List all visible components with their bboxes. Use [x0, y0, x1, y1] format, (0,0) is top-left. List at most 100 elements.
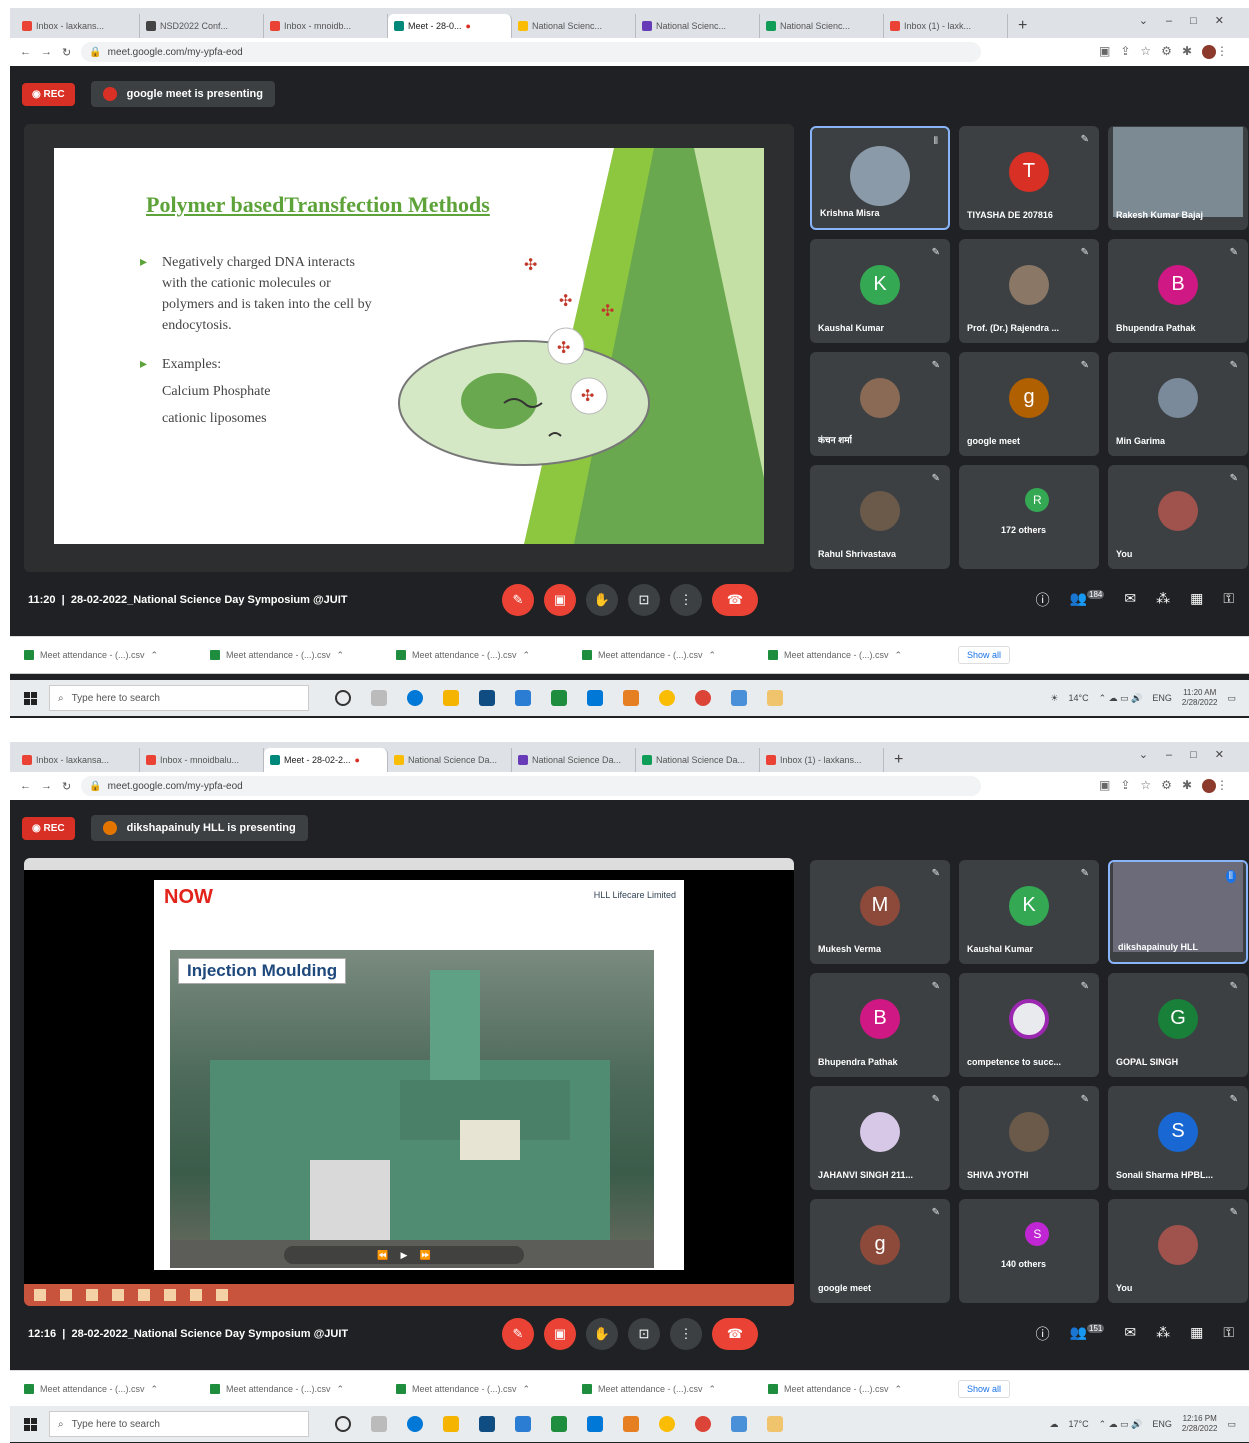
chrome-canary-icon[interactable] — [659, 690, 675, 706]
language-indicator[interactable]: ENG — [1152, 1419, 1172, 1429]
back-icon[interactable]: ← — [20, 46, 31, 58]
file-explorer-icon[interactable] — [443, 1416, 459, 1432]
back-icon[interactable]: ← — [20, 780, 31, 792]
outlook-icon[interactable] — [515, 1416, 531, 1432]
browser-toolbar-icons[interactable]: ▣⇪☆⚙✱ ⋮ — [1099, 778, 1238, 793]
people-icon[interactable]: 👥 151 — [1070, 1324, 1105, 1344]
participant-tile[interactable]: g ✎ google meet — [959, 352, 1099, 456]
info-icon[interactable]: ⓘ — [1036, 590, 1050, 610]
clock[interactable]: 12:16 PM 2/28/2022 — [1182, 1414, 1218, 1434]
clock[interactable]: 11:20 AM 2/28/2022 — [1182, 688, 1218, 708]
forward-icon[interactable]: ⏩ — [419, 1250, 430, 1261]
video-player-controls[interactable]: ⏪ ▶ ⏩ — [284, 1246, 524, 1264]
excel-icon[interactable] — [551, 1416, 567, 1432]
mail-icon[interactable] — [587, 1416, 603, 1432]
chrome-icon[interactable] — [695, 690, 711, 706]
participant-tile[interactable]: ✎ competence to succ... — [959, 973, 1099, 1077]
browser-tab-active[interactable]: Meet - 28-02-2... ● — [264, 748, 388, 772]
participant-tile[interactable]: B ✎ Bhupendra Pathak — [1108, 239, 1248, 343]
mic-off-icon[interactable]: ✎ — [502, 1318, 534, 1350]
edge-icon[interactable] — [407, 1416, 423, 1432]
browser-tab[interactable]: Inbox - laxkansa... — [16, 748, 140, 772]
window-controls[interactable]: ⌄–□✕ — [1139, 748, 1242, 761]
mail-icon[interactable] — [587, 690, 603, 706]
browser-tab[interactable]: NSD2022 Conf... — [140, 14, 264, 38]
participant-tile[interactable]: ✎ कंचन शर्मा — [810, 352, 950, 456]
others-tile[interactable]: R 172 others — [959, 465, 1099, 569]
url-field[interactable]: 🔒 meet.google.com/my-ypfa-eod — [81, 776, 982, 796]
participant-tile[interactable]: ✎ Rahul Shrivastava — [810, 465, 950, 569]
tray-icons[interactable]: ⌃ ☁ ▭ 🔊 — [1099, 693, 1143, 704]
end-call-icon[interactable]: ☎ — [712, 584, 758, 616]
chrome-icon[interactable] — [695, 1416, 711, 1432]
participant-tile[interactable]: T ✎ TIYASHA DE 207816 — [959, 126, 1099, 230]
profile-avatar[interactable] — [1202, 44, 1216, 59]
app-icon[interactable] — [623, 690, 639, 706]
chrome-canary-icon[interactable] — [659, 1416, 675, 1432]
task-view-icon[interactable] — [371, 1416, 387, 1432]
download-item[interactable]: Meet attendance - (...).csv ⌃ — [768, 1384, 944, 1395]
weather-icon[interactable]: ☁ — [1050, 1419, 1059, 1430]
cortana-icon[interactable] — [335, 690, 351, 706]
new-tab-button[interactable]: + — [884, 748, 913, 772]
outlook-icon[interactable] — [515, 690, 531, 706]
participant-tile[interactable]: ⦀ dikshapainuly HLL — [1108, 860, 1248, 964]
participant-tile[interactable]: ✎ Prof. (Dr.) Rajendra ... — [959, 239, 1099, 343]
windows-start-icon[interactable] — [24, 691, 37, 705]
weather-icon[interactable]: ☀ — [1050, 693, 1058, 704]
more-options-icon[interactable]: ⋮ — [670, 584, 702, 616]
participant-tile[interactable]: K ✎ Kaushal Kumar — [959, 860, 1099, 964]
download-item[interactable]: Meet attendance - (...).csv ⌃ — [396, 1384, 572, 1395]
notes-icon[interactable] — [767, 690, 783, 706]
layout-icon[interactable]: ▦ — [1190, 590, 1203, 610]
chat-icon[interactable]: ✉ — [1124, 590, 1136, 610]
browser-tab[interactable]: National Science Da... — [512, 748, 636, 772]
participant-tile[interactable]: G ✎ GOPAL SINGH — [1108, 973, 1248, 1077]
activities-icon[interactable]: ⁂ — [1156, 590, 1170, 610]
browser-tab[interactable]: Inbox (1) - laxk... — [884, 14, 1008, 38]
download-item[interactable]: Meet attendance - (...).csv ⌃ — [768, 650, 944, 661]
tray-icons[interactable]: ⌃ ☁ ▭ 🔊 — [1099, 1419, 1143, 1430]
file-explorer-icon[interactable] — [443, 690, 459, 706]
raise-hand-icon[interactable]: ✋ — [586, 584, 618, 616]
camera-off-icon[interactable]: ▣ — [544, 584, 576, 616]
participant-tile[interactable]: K ✎ Kaushal Kumar — [810, 239, 950, 343]
others-tile[interactable]: S 140 others — [959, 1199, 1099, 1303]
download-item[interactable]: Meet attendance - (...).csv ⌃ — [24, 650, 200, 661]
reload-icon[interactable]: ↻ — [62, 780, 71, 793]
end-call-icon[interactable]: ☎ — [712, 1318, 758, 1350]
language-indicator[interactable]: ENG — [1152, 693, 1172, 703]
play-icon[interactable]: ▶ — [401, 1250, 408, 1261]
download-item[interactable]: Meet attendance - (...).csv ⌃ — [396, 650, 572, 661]
show-all-button[interactable]: Show all — [958, 646, 1011, 664]
participant-tile[interactable]: ✎ JAHANVI SINGH 211... — [810, 1086, 950, 1190]
app-icon[interactable] — [731, 690, 747, 706]
download-item[interactable]: Meet attendance - (...).csv ⌃ — [582, 650, 758, 661]
browser-tab-active[interactable]: Meet - 28-0... ● — [388, 14, 512, 38]
browser-toolbar-icons[interactable]: ▣⇪☆⚙✱ ⋮ — [1099, 44, 1238, 59]
camera-off-icon[interactable]: ▣ — [544, 1318, 576, 1350]
notification-icon[interactable]: ▭ — [1227, 1419, 1236, 1430]
download-item[interactable]: Meet attendance - (...).csv ⌃ — [24, 1384, 200, 1395]
browser-tab[interactable]: Inbox - mnoidb... — [264, 14, 388, 38]
forward-icon[interactable]: → — [41, 46, 52, 58]
edge-icon[interactable] — [407, 690, 423, 706]
forward-icon[interactable]: → — [41, 780, 52, 792]
store-icon[interactable] — [479, 1416, 495, 1432]
people-icon[interactable]: 👥 184 — [1070, 590, 1105, 610]
app-icon[interactable] — [731, 1416, 747, 1432]
rewind-icon[interactable]: ⏪ — [377, 1250, 388, 1261]
host-controls-icon[interactable]: ⚿ — [1223, 590, 1234, 610]
participant-tile[interactable]: S ✎ Sonali Sharma HPBL... — [1108, 1086, 1248, 1190]
browser-tab[interactable]: National Scienc... — [512, 14, 636, 38]
activities-icon[interactable]: ⁂ — [1156, 1324, 1170, 1344]
participant-tile[interactable]: ⦀ Krishna Misra — [810, 126, 950, 230]
present-icon[interactable]: ⊡ — [628, 1318, 660, 1350]
browser-tab[interactable]: National Scienc... — [760, 14, 884, 38]
browser-tab[interactable]: Inbox - laxkans... — [16, 14, 140, 38]
show-all-button[interactable]: Show all — [958, 1380, 1011, 1398]
host-controls-icon[interactable]: ⚿ — [1223, 1324, 1234, 1344]
url-field[interactable]: 🔒 meet.google.com/my-ypfa-eod — [81, 42, 982, 62]
task-view-icon[interactable] — [371, 690, 387, 706]
participant-tile[interactable]: ✎ Min Garima — [1108, 352, 1248, 456]
